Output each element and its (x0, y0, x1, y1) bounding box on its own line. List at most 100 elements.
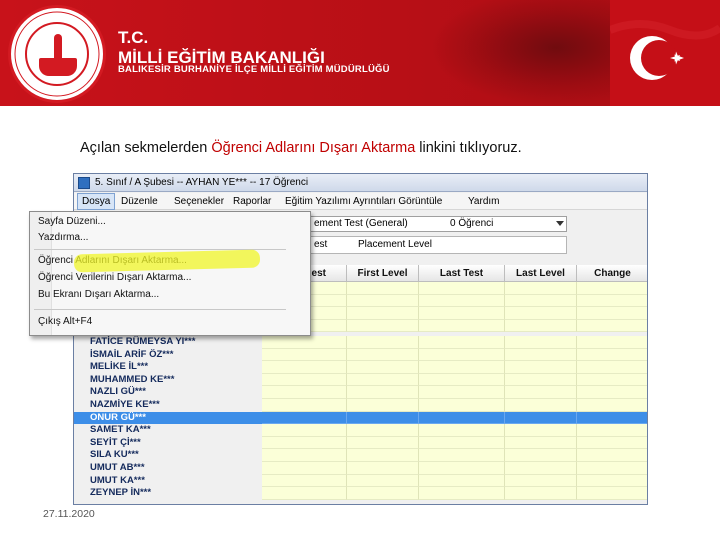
col-last-level[interactable]: Last Level (505, 265, 577, 282)
grid-cell[interactable] (347, 411, 419, 425)
grid-cell[interactable] (577, 373, 647, 387)
grid-cell[interactable] (419, 474, 505, 488)
table-row[interactable]: MELİKE İL*** (74, 361, 647, 374)
grid-cell[interactable] (505, 487, 577, 500)
grid-cell[interactable] (419, 449, 505, 462)
grid-cell[interactable] (347, 487, 419, 500)
menu-reports[interactable]: Raporlar (229, 193, 275, 210)
grid-cell[interactable] (262, 424, 347, 437)
table-row[interactable]: ZEYNEP İN*** (74, 487, 647, 500)
grid-cell[interactable] (505, 436, 577, 450)
grid-cell[interactable] (262, 386, 347, 399)
grid-cell[interactable] (505, 336, 577, 349)
grid-cell[interactable] (577, 399, 647, 412)
grid-cell[interactable] (262, 361, 347, 374)
grid-cell[interactable] (419, 462, 505, 475)
table-row[interactable]: MUHAMMED KE*** (74, 373, 647, 387)
grid-cell[interactable] (505, 348, 577, 362)
grid-cell[interactable] (347, 361, 419, 374)
grid-cell[interactable] (262, 487, 347, 500)
grid-cell[interactable] (262, 373, 347, 387)
grid-cell[interactable] (347, 424, 419, 437)
grid-cell[interactable] (505, 319, 577, 333)
grid-cell[interactable] (347, 462, 419, 475)
grid-cell[interactable] (419, 282, 505, 295)
col-first-level[interactable]: First Level (347, 265, 419, 282)
grid-cell[interactable] (262, 462, 347, 475)
grid-cell[interactable] (419, 361, 505, 374)
grid-cell[interactable] (347, 319, 419, 333)
grid-cell[interactable] (505, 307, 577, 320)
grid-cell[interactable] (419, 348, 505, 362)
grid-cell[interactable] (577, 436, 647, 450)
grid-cell[interactable] (505, 361, 577, 374)
grid-cell[interactable] (505, 386, 577, 399)
menu-software-details[interactable]: Eğitim Yazılımı Ayrıntıları Görüntüle (281, 193, 446, 210)
col-change[interactable]: Change (577, 265, 647, 282)
grid-cell[interactable] (577, 411, 647, 425)
grid-cell[interactable] (419, 336, 505, 349)
table-row[interactable]: SILA KU*** (74, 449, 647, 462)
grid-cell[interactable] (419, 424, 505, 437)
table-row[interactable]: SEYİT Çİ*** (74, 436, 647, 450)
table-row[interactable]: UMUT AB*** (74, 462, 647, 475)
grid-cell[interactable] (577, 474, 647, 488)
table-row[interactable]: FATİCE RÜMEYSA YI*** (74, 336, 647, 349)
grid-cell[interactable] (347, 386, 419, 399)
menu-export-student-data[interactable]: Öğrenci Verilerini Dışarı Aktarma... (38, 270, 191, 286)
grid-cell[interactable] (505, 462, 577, 475)
grid-cell[interactable] (505, 282, 577, 295)
grid-cell[interactable] (262, 411, 347, 425)
grid-cell[interactable] (419, 294, 505, 308)
col-last-test[interactable]: Last Test (419, 265, 505, 282)
grid-cell[interactable] (505, 424, 577, 437)
menu-file[interactable]: Dosya (77, 193, 116, 210)
grid-cell[interactable] (347, 449, 419, 462)
menu-options[interactable]: Seçenekler (170, 193, 228, 210)
grid-cell[interactable] (419, 399, 505, 412)
grid-cell[interactable] (419, 319, 505, 333)
grid-cell[interactable] (577, 348, 647, 362)
grid-cell[interactable] (505, 399, 577, 412)
menu-help[interactable]: Yardım (464, 193, 504, 210)
menu-edit[interactable]: Düzenle (117, 193, 162, 210)
grid-cell[interactable] (505, 449, 577, 462)
grid-cell[interactable] (347, 282, 419, 295)
grid-cell[interactable] (262, 348, 347, 362)
table-row[interactable]: UMUT KA*** (74, 474, 647, 488)
grid-cell[interactable] (347, 294, 419, 308)
grid-cell[interactable] (347, 373, 419, 387)
grid-cell[interactable] (505, 294, 577, 308)
grid-cell[interactable] (262, 399, 347, 412)
grid-cell[interactable] (419, 487, 505, 500)
grid-cell[interactable] (347, 474, 419, 488)
grid-cell[interactable] (347, 436, 419, 450)
menu-exit[interactable]: Çıkış Alt+F4 (38, 314, 92, 330)
test-type-select[interactable]: ement Test (General) 0 Öğrenci (309, 216, 567, 232)
grid-cell[interactable] (262, 436, 347, 450)
grid-cell[interactable] (419, 373, 505, 387)
grid-cell[interactable] (577, 386, 647, 399)
grid-cell[interactable] (577, 307, 647, 320)
grid-cell[interactable] (505, 474, 577, 488)
grid-cell[interactable] (577, 294, 647, 308)
table-row[interactable]: NAZLI GÜ*** (74, 386, 647, 399)
menu-print[interactable]: Yazdırma... (38, 230, 88, 246)
table-row[interactable]: NAZMİYE KE*** (74, 399, 647, 412)
grid-cell[interactable] (577, 449, 647, 462)
table-row[interactable]: İSMAİL ARİF ÖZ*** (74, 348, 647, 362)
grid-cell[interactable] (577, 424, 647, 437)
grid-cell[interactable] (347, 348, 419, 362)
grid-cell[interactable] (347, 399, 419, 412)
menu-export-screen[interactable]: Bu Ekranı Dışarı Aktarma... (38, 287, 159, 303)
chevron-down-icon[interactable] (556, 221, 564, 226)
grid-cell[interactable] (347, 307, 419, 320)
grid-cell[interactable] (347, 336, 419, 349)
grid-cell[interactable] (262, 474, 347, 488)
grid-cell[interactable] (505, 373, 577, 387)
menu-page-setup[interactable]: Sayfa Düzeni... (38, 214, 106, 230)
grid-cell[interactable] (577, 319, 647, 333)
table-row[interactable]: ONUR GÜ*** (74, 411, 647, 425)
grid-cell[interactable] (577, 336, 647, 349)
grid-cell[interactable] (262, 336, 347, 349)
